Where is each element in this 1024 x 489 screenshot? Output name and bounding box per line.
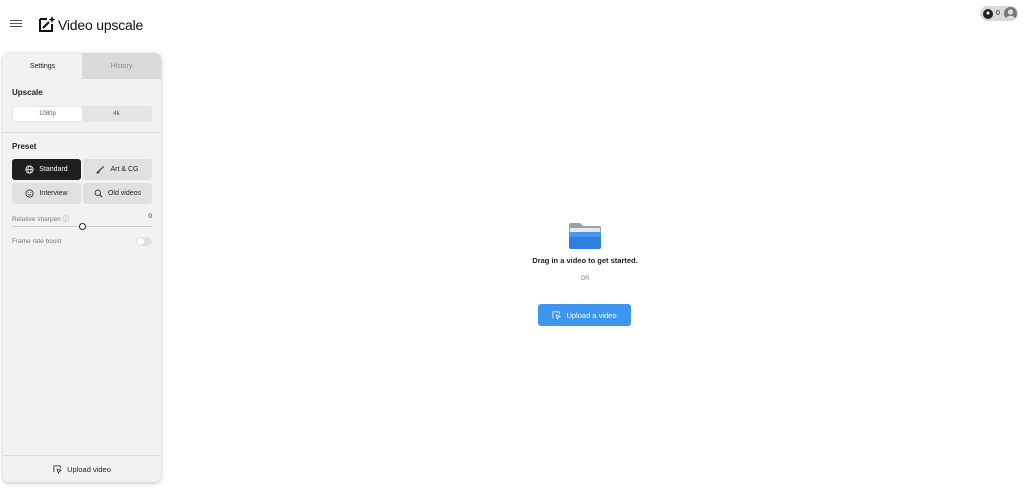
upscale-resolution-toggle: 1080p 4k [12, 106, 152, 122]
video-dropzone[interactable]: Drag in a video to get started. OR [530, 220, 640, 282]
or-separator: OR [580, 276, 590, 282]
frame-rate-boost-toggle[interactable] [136, 237, 152, 246]
page-title: Video upscale [58, 17, 144, 33]
top-bar: Video upscale ● 0 [0, 0, 1024, 50]
folder-icon [569, 223, 601, 249]
brush-icon [96, 165, 105, 174]
divider [3, 132, 161, 133]
upload-video-button[interactable]: Upload video [3, 456, 161, 482]
upload-a-video-label: Upload a video [566, 310, 617, 320]
frame-rate-boost-label: Frame rate boost [12, 238, 62, 245]
preset-standard-label: Standard [39, 166, 68, 173]
settings-panel: Settings History Upscale 1080p 4k Preset… [3, 53, 161, 482]
avatar[interactable] [1004, 7, 1017, 20]
preset-standard-button[interactable]: Standard [12, 159, 81, 180]
smiley-icon [25, 189, 34, 198]
upload-a-video-button[interactable]: Upload a video [538, 304, 631, 326]
globe-icon [25, 165, 34, 174]
sharpen-slider-thumb[interactable] [79, 223, 86, 230]
upload-cursor-icon [552, 310, 562, 320]
upload-cursor-icon [53, 464, 63, 474]
magnifier-icon [94, 189, 103, 198]
sharpen-value: 0 [148, 213, 152, 220]
upscale-option-4k[interactable]: 4k [82, 107, 151, 121]
credits-badge[interactable]: ● 0 [980, 6, 1018, 21]
preset-interview-label: Interview [39, 190, 68, 197]
tab-history[interactable]: History [82, 53, 161, 79]
credits-count: 0 [996, 10, 1000, 17]
drop-prompt: Drag in a video to get started. [532, 256, 638, 265]
preset-old-videos-button[interactable]: Old videos [83, 183, 152, 204]
upscale-option-1080p[interactable]: 1080p [13, 107, 82, 121]
preset-interview-button[interactable]: Interview [12, 183, 81, 204]
preset-old-videos-label: Old videos [107, 190, 142, 197]
preset-label: Preset [12, 142, 37, 151]
sharpen-label: Relative sharpen ⓘ [12, 216, 70, 223]
upscale-label: Upscale [12, 88, 43, 97]
preset-art-cg-label: Art & CG [110, 166, 139, 173]
upload-video-label: Upload video [67, 464, 111, 474]
preset-art-cg-button[interactable]: Art & CG [83, 159, 152, 180]
hamburger-menu-icon[interactable] [10, 18, 22, 32]
sparkle-edit-icon [39, 16, 56, 32]
coin-icon: ● [983, 8, 993, 19]
panel-tabs: Settings History [3, 53, 161, 79]
tab-settings[interactable]: Settings [3, 53, 82, 79]
